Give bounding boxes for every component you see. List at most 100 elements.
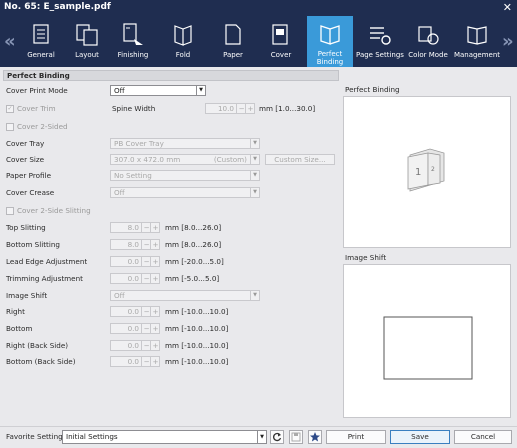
stepper-value: 8.0 [127,223,139,232]
fold-icon [160,17,206,51]
star-settings-icon[interactable] [308,430,322,444]
page-number-2: 2 [431,166,435,173]
increment-button[interactable]: + [150,240,160,249]
tab-label: Fold [175,51,191,59]
increment-button[interactable]: + [245,104,255,113]
tab-label: Perfect Binding [316,50,344,66]
select-value: PB Cover Tray [114,139,164,148]
tab-label: Cover [270,51,292,59]
custom-size-button[interactable]: Custom Size... [265,154,335,165]
tab-label: Layout [75,51,99,59]
ribbon-toolbar: « » General Layout Finishing Fold Paper … [0,15,517,67]
print-button[interactable]: Print [326,430,386,444]
tab-paper[interactable]: Paper [210,17,256,66]
stepper-value: 0.0 [127,274,139,283]
tab-color-mode[interactable]: Color Mode [404,17,452,66]
tab-fold[interactable]: Fold [160,17,206,66]
increment-button[interactable]: + [150,341,160,350]
bottom-slitting-range: mm [8.0...26.0] [165,240,222,249]
cover-tray-select[interactable]: PB Cover Tray ▼ [110,138,260,149]
right-stepper[interactable]: 0.0− + [110,306,160,317]
select-value: Off [114,86,125,95]
right-label: Right [6,307,25,316]
chevron-down-icon: ▼ [196,86,205,95]
cover-trim-label: Cover Trim [17,104,56,113]
cover-trim-checkbox[interactable]: ✓ [6,105,14,113]
bottom-back-range: mm [-10.0...10.0] [165,357,229,366]
spine-width-label: Spine Width [112,104,156,113]
bottom-range: mm [-10.0...10.0] [165,324,229,333]
tab-management[interactable]: Management [452,17,502,66]
layout-icon [64,17,110,51]
tab-cover[interactable]: Cover [258,17,304,66]
stepper-value: 0.0 [127,307,139,316]
image-shift-label: Image Shift [6,291,48,300]
tab-general[interactable]: General [18,17,64,66]
select-value: No Setting [114,171,152,180]
tab-perfect-binding[interactable]: Perfect Binding [307,16,353,67]
tab-label: Page Settings [356,51,404,59]
right-back-stepper[interactable]: 0.0− + [110,340,160,351]
cover-2side-slitting-checkbox[interactable] [6,207,14,215]
page-number-1: 1 [415,167,421,178]
lead-edge-label: Lead Edge Adjustment [6,257,88,266]
increment-button[interactable]: + [150,274,160,283]
cover-2side-slitting-label: Cover 2-Side Slitting [17,206,91,215]
spine-width-stepper[interactable]: 10.0− + [205,103,255,114]
spine-width-range: mm [1.0...30.0] [259,104,316,113]
cancel-button[interactable]: Cancel [454,430,512,444]
window-title: No. 65: E_sample.pdf [4,2,111,12]
cover-size-label: Cover Size [6,155,45,164]
stepper-value: 0.0 [127,257,139,266]
cover-print-mode-select[interactable]: Off ▼ [110,85,206,96]
chevron-down-icon: ▼ [250,139,259,148]
stepper-value: 0.0 [127,357,139,366]
ribbon-prev-icon[interactable]: « [4,31,16,52]
increment-button[interactable]: + [150,257,160,266]
paper-profile-select[interactable]: No Setting ▼ [110,170,260,181]
bottom-stepper[interactable]: 0.0− + [110,323,160,334]
select-value: Initial Settings [66,432,118,441]
perfect-binding-preview-title: Perfect Binding [345,85,400,94]
lead-edge-stepper[interactable]: 0.0− + [110,256,160,267]
increment-button[interactable]: + [150,307,160,316]
save-favorite-icon[interactable] [289,430,303,444]
refresh-icon[interactable] [270,430,284,444]
bottom-back-label: Bottom (Back Side) [6,357,76,366]
bottom-label: Bottom [6,324,33,333]
increment-button[interactable]: + [150,357,160,366]
stepper-value: 0.0 [127,324,139,333]
color-mode-icon [404,17,450,51]
tab-label: Management [453,51,501,59]
cover-2sided-checkbox[interactable] [6,123,14,131]
bottom-slitting-stepper[interactable]: 8.0− + [110,239,160,250]
stepper-value: 0.0 [127,341,139,350]
bottom-back-stepper[interactable]: 0.0− + [110,356,160,367]
increment-button[interactable]: + [150,324,160,333]
top-slitting-label: Top Slitting [6,223,46,232]
top-slitting-stepper[interactable]: 8.0− + [110,222,160,233]
select-value: Off [114,188,125,197]
cover-size-select[interactable]: 307.0 x 472.0 mm (Custom) ▼ [110,154,260,165]
save-button[interactable]: Save [390,430,450,444]
favorite-setting-select[interactable]: Initial Settings ▼ [62,430,267,444]
trimming-stepper[interactable]: 0.0− + [110,273,160,284]
tab-finishing[interactable]: Finishing [110,17,156,66]
trimming-range: mm [-5.0...5.0] [165,274,220,283]
ribbon-next-icon[interactable]: » [502,31,514,52]
right-back-range: mm [-10.0...10.0] [165,341,229,350]
tab-page-settings[interactable]: Page Settings [356,17,404,66]
chevron-down-icon: ▼ [250,155,259,164]
tab-layout[interactable]: Layout [64,17,110,66]
page-outline [383,316,473,380]
increment-button[interactable]: + [150,223,160,232]
window-title-bar: No. 65: E_sample.pdf ✕ [0,0,517,15]
select-value: 307.0 x 472.0 mm [114,155,181,164]
close-icon[interactable]: ✕ [503,0,512,15]
cover-crease-select[interactable]: Off ▼ [110,187,260,198]
image-shift-preview [343,264,511,418]
tab-label: Color Mode [408,51,448,59]
stepper-value: 10.0 [217,104,234,113]
image-shift-select[interactable]: Off ▼ [110,290,260,301]
page-settings-icon [356,17,402,51]
